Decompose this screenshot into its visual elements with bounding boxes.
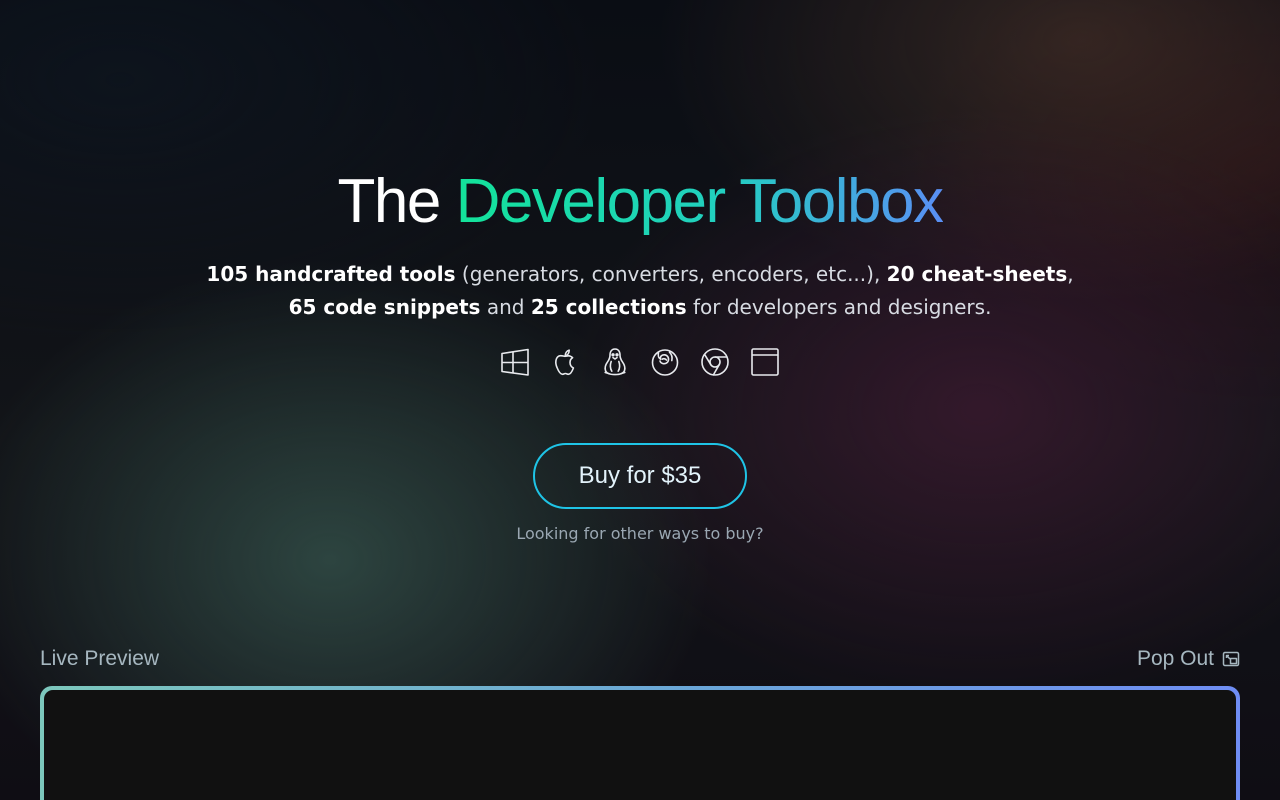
page-title: The Developer Toolbox: [0, 166, 1280, 238]
tools-count: 105 handcrafted tools: [206, 262, 456, 286]
firefox-icon: [649, 344, 681, 380]
tools-detail: (generators, converters, encoders, etc..…: [455, 262, 887, 286]
subtitle-tail: for developers and designers.: [686, 295, 992, 319]
live-preview-label: Live Preview: [40, 647, 160, 670]
linux-icon: [599, 344, 631, 380]
comma: ,: [1067, 262, 1074, 286]
hero-subtitle: 105 handcrafted tools (generators, conve…: [0, 258, 1280, 324]
buy-button[interactable]: Buy for $35: [533, 443, 747, 509]
windows-icon: [499, 344, 531, 380]
other-ways-to-buy-link[interactable]: Looking for other ways to buy?: [0, 524, 1280, 543]
cheatsheets-count: 20 cheat-sheets: [886, 262, 1068, 286]
web-app-icon: [749, 344, 781, 380]
apple-icon: [549, 344, 581, 380]
live-preview-area[interactable]: [44, 690, 1236, 800]
pop-out-icon: [1222, 651, 1240, 667]
live-preview-frame: [40, 686, 1240, 800]
and-text: and: [480, 295, 531, 319]
title-accent: Developer Toolbox: [455, 167, 944, 236]
pop-out-button[interactable]: Pop Out: [1137, 647, 1240, 671]
snippets-count: 65 code snippets: [288, 295, 481, 319]
collections-count: 25 collections: [530, 295, 687, 319]
platform-icons: [0, 344, 1280, 380]
title-plain: The: [337, 167, 442, 236]
chrome-icon: [699, 344, 731, 380]
pop-out-label: Pop Out: [1136, 647, 1214, 670]
